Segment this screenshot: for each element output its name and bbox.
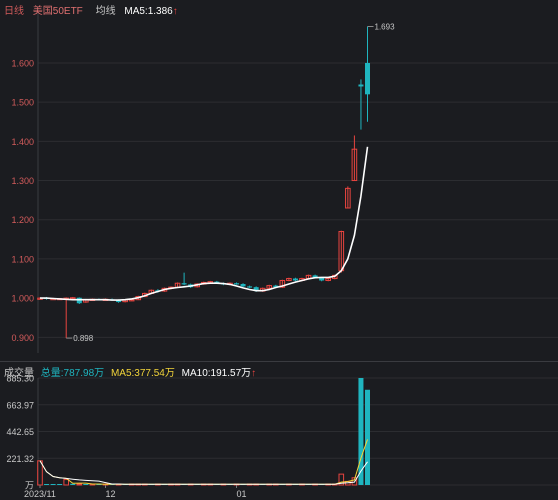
volume-ma10-value: MA10:191.57万 [181, 368, 252, 379]
volume-ma10-line [39, 460, 368, 485]
x-tick-label: 2023/11 [24, 489, 56, 499]
candle-body [292, 278, 298, 281]
price-tick-label: 1.400 [11, 137, 34, 147]
up-arrow-icon: ↑ [251, 368, 257, 379]
security-name: 美国50ETF [32, 6, 83, 17]
volume-bar [63, 479, 70, 486]
up-arrow-icon: ↑ [172, 6, 178, 17]
volume-ma5-line [39, 439, 368, 485]
volume-bar [76, 483, 83, 486]
volume-bar [57, 484, 63, 485]
price-tick-label: 1.500 [11, 98, 34, 108]
candle-body [181, 283, 187, 285]
candle-body [365, 62, 370, 95]
volume-ma5: MA5:377.54万 [111, 368, 175, 379]
volume-bar [365, 389, 370, 485]
price-tick-label: 1.600 [11, 58, 34, 68]
volume-total: 总量:787.98万 [40, 368, 105, 379]
volume-label[interactable]: 成交量 [4, 368, 34, 379]
candle-body [247, 286, 253, 288]
volume-bar [70, 483, 76, 485]
period-label[interactable]: 日线 [4, 6, 24, 17]
ma5-value: MA5:1.386 [124, 6, 173, 17]
candle-body [240, 284, 246, 287]
volume-tick-label: 221.32 [6, 454, 34, 464]
price-tick-label: 1.000 [11, 294, 34, 304]
volume-bar [44, 484, 50, 485]
price-tick-label: 1.100 [11, 254, 34, 264]
ma-label[interactable]: 均线 [96, 6, 116, 17]
annotation-label: 1.693 [375, 23, 396, 32]
price-tick-label: 1.200 [11, 215, 34, 225]
volume-tick-label: 442.65 [6, 427, 34, 437]
volume-header: 成交量 总量:787.98万 MA5:377.54万 MA10:191.57万↑ [4, 364, 260, 379]
volume-ma10: MA10:191.57万↑ [182, 368, 257, 379]
volume-ma5-value: MA5:377.54万 [110, 368, 175, 379]
price-tick-label: 1.300 [11, 176, 34, 186]
candle-body [234, 283, 239, 285]
volume-tick-label: 663.97 [6, 400, 34, 410]
volume-bar [83, 484, 89, 485]
price-tick-label: 0.900 [11, 333, 34, 343]
x-tick-label: 01 [237, 489, 247, 499]
annotation-label: 0.898 [73, 334, 94, 343]
price-header: 日线 美国50ETF 均线 MA5:1.386↑ [4, 2, 184, 17]
ma5-readout: MA5:1.386↑ [124, 6, 177, 17]
volume-bar [50, 484, 56, 485]
chart-canvas: 1.600 1.500 1.400 1.300 1.200 1.100 1.000 0.900… [6, 12, 558, 499]
price-ma5-line [40, 146, 369, 301]
candle-body [358, 84, 364, 87]
pane-divider [0, 361, 558, 362]
x-tick-label: 12 [106, 489, 116, 499]
